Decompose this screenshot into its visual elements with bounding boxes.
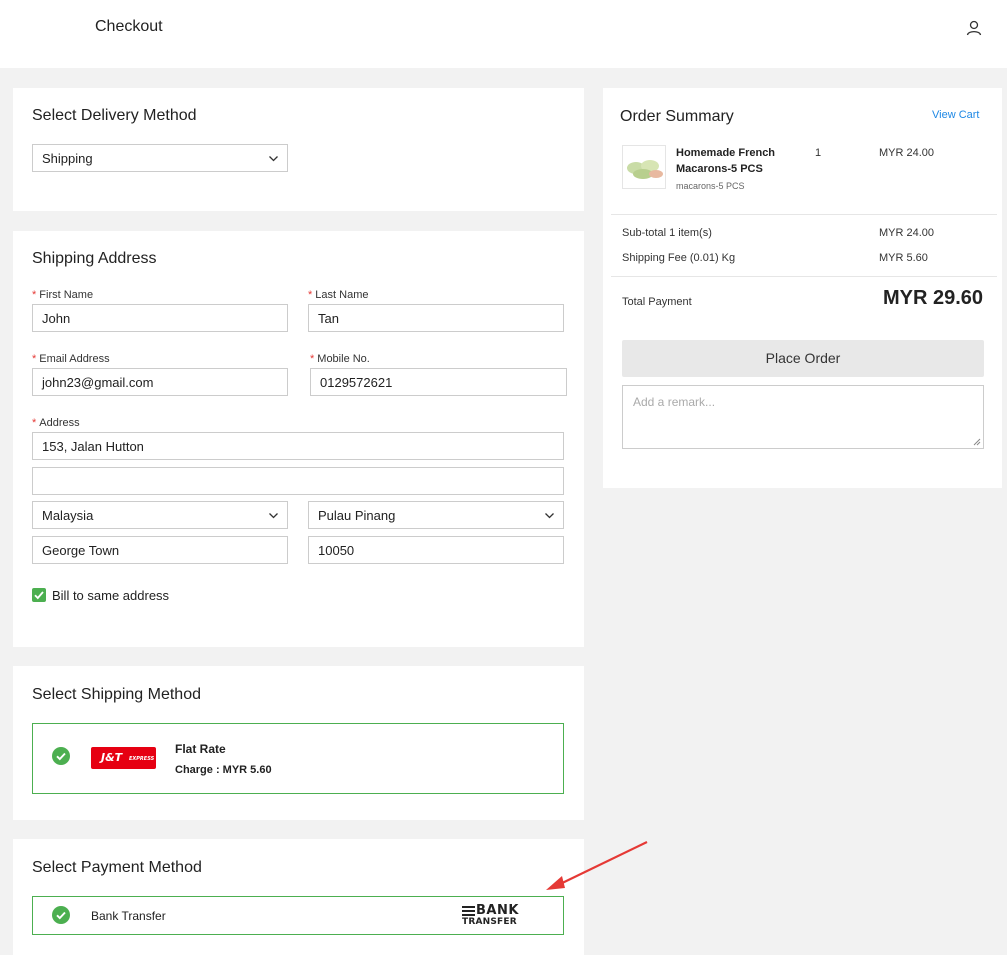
bill-same-label: Bill to same address bbox=[52, 588, 170, 603]
subtotal-label: Sub-total 1 item(s) bbox=[622, 227, 712, 239]
page-title: Checkout bbox=[95, 18, 163, 35]
shipping-address-title: Shipping Address bbox=[32, 250, 157, 267]
bill-same-checkbox[interactable] bbox=[32, 588, 46, 602]
divider bbox=[611, 276, 997, 277]
product-variant: macarons-5 PCS bbox=[676, 181, 745, 191]
remark-textarea[interactable]: Add a remark... bbox=[622, 385, 984, 449]
remark-placeholder: Add a remark... bbox=[633, 395, 716, 409]
jt-express-logo: J&T EXPRESS bbox=[91, 747, 156, 769]
email-field[interactable]: john23@gmail.com bbox=[32, 368, 288, 396]
product-thumbnail bbox=[622, 145, 666, 189]
shipping-fee-label: Shipping Fee (0.01) Kg bbox=[622, 252, 736, 264]
first-name-label: * First Name bbox=[32, 289, 94, 301]
shipping-method-card: Select Shipping Method J&T EXPRESS Flat … bbox=[13, 666, 584, 820]
total-payment-label: Total Payment bbox=[622, 296, 692, 308]
product-name-line1: Homemade French bbox=[676, 147, 776, 159]
email-label: * Email Address bbox=[32, 353, 110, 365]
divider bbox=[611, 214, 997, 215]
checkmark-icon bbox=[34, 591, 44, 600]
payment-method-card: Select Payment Method Bank Transfer BANK… bbox=[13, 839, 584, 955]
city-field[interactable]: George Town bbox=[32, 536, 288, 564]
state-select[interactable]: Pulau Pinang bbox=[308, 501, 564, 529]
country-select[interactable]: Malaysia bbox=[32, 501, 288, 529]
chevron-down-icon bbox=[269, 156, 278, 162]
top-bar: Checkout bbox=[0, 0, 1007, 68]
check-circle-icon bbox=[52, 747, 70, 765]
mobile-field[interactable]: 0129572621 bbox=[310, 368, 567, 396]
chevron-down-icon bbox=[545, 513, 554, 519]
shipping-option-name: Flat Rate bbox=[175, 742, 226, 756]
bank-transfer-logo: BANK TRANSFER bbox=[462, 903, 519, 927]
subtotal-value: MYR 24.00 bbox=[879, 227, 935, 239]
address-line1-field[interactable]: 153, Jalan Hutton bbox=[32, 432, 564, 460]
total-payment-value: MYR 29.60 bbox=[883, 287, 984, 309]
product-name-line2: Macarons-5 PCS bbox=[676, 163, 763, 175]
shipping-method-title: Select Shipping Method bbox=[32, 686, 201, 703]
payment-option-bank-transfer[interactable]: Bank Transfer BANK TRANSFER bbox=[32, 896, 564, 935]
place-order-button[interactable]: Place Order bbox=[622, 340, 984, 377]
shipping-option-charge: Charge : MYR 5.60 bbox=[175, 764, 272, 776]
shipping-option-flat-rate[interactable]: J&T EXPRESS Flat Rate Charge : MYR 5.60 bbox=[32, 723, 564, 794]
address-line2-field[interactable] bbox=[32, 467, 564, 495]
address-label: * Address bbox=[32, 417, 80, 429]
shipping-address-card: Shipping Address * First Name John * Last … bbox=[13, 231, 584, 647]
product-qty: 1 bbox=[815, 147, 822, 159]
payment-option-name: Bank Transfer bbox=[91, 909, 166, 923]
delivery-method-card: Select Delivery Method Shipping bbox=[13, 88, 584, 211]
delivery-method-value: Shipping bbox=[42, 151, 93, 166]
delivery-method-select[interactable]: Shipping bbox=[32, 144, 288, 172]
payment-method-title: Select Payment Method bbox=[32, 859, 202, 876]
shipping-fee-value: MYR 5.60 bbox=[879, 252, 928, 264]
country-value: Malaysia bbox=[42, 508, 94, 523]
first-name-field[interactable]: John bbox=[32, 304, 288, 332]
resize-handle-icon[interactable] bbox=[973, 438, 981, 446]
user-icon[interactable] bbox=[964, 18, 984, 38]
chevron-down-icon bbox=[269, 513, 278, 519]
order-summary-card: Order Summary View Cart Homemade French … bbox=[603, 88, 1002, 488]
last-name-field[interactable]: Tan bbox=[308, 304, 564, 332]
view-cart-link[interactable]: View Cart bbox=[932, 109, 979, 121]
state-value: Pulau Pinang bbox=[318, 508, 396, 523]
annotation-arrow-icon bbox=[546, 841, 648, 890]
mobile-label: * Mobile No. bbox=[310, 353, 370, 365]
postcode-field[interactable]: 10050 bbox=[308, 536, 564, 564]
last-name-label: * Last Name bbox=[308, 289, 369, 301]
product-price: MYR 24.00 bbox=[879, 147, 935, 159]
order-summary-title: Order Summary bbox=[620, 108, 734, 125]
check-circle-icon bbox=[52, 906, 70, 924]
delivery-method-title: Select Delivery Method bbox=[32, 107, 197, 124]
